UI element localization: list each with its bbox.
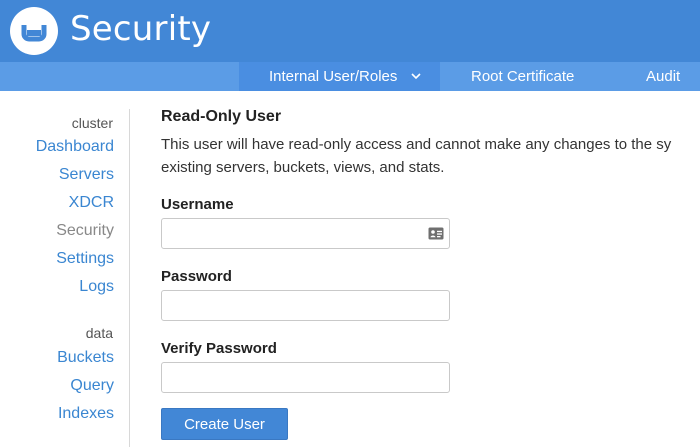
verify-password-label: Verify Password <box>161 340 277 357</box>
page-title: Security <box>70 9 212 49</box>
sidebar-item-query[interactable]: Query <box>70 377 114 395</box>
verify-password-input[interactable] <box>161 362 450 393</box>
tab-internal-user-roles[interactable]: Internal User/Roles <box>269 62 421 91</box>
username-input[interactable] <box>161 218 450 249</box>
sidebar-divider <box>129 109 130 447</box>
password-input[interactable] <box>161 290 450 321</box>
username-label: Username <box>161 196 234 213</box>
sidebar-item-dashboard[interactable]: Dashboard <box>36 138 114 156</box>
sidebar-heading-cluster: cluster <box>71 115 113 131</box>
form-description: This user will have read-only access and… <box>161 133 700 179</box>
sidebar: cluster Dashboard Servers XDCR Security … <box>0 91 130 447</box>
sidebar-item-settings[interactable]: Settings <box>56 250 114 268</box>
app-header: Security <box>0 0 700 62</box>
sidebar-item-servers[interactable]: Servers <box>59 166 114 184</box>
sidebar-heading-data: data <box>85 325 113 341</box>
sidebar-item-buckets[interactable]: Buckets <box>57 349 114 367</box>
description-line: existing servers, buckets, views, and st… <box>161 159 445 176</box>
form-heading: Read-Only User <box>161 108 282 125</box>
tab-root-certificate[interactable]: Root Certificate <box>471 62 574 91</box>
tab-label: Internal User/Roles <box>269 68 398 85</box>
sidebar-item-logs[interactable]: Logs <box>79 278 114 296</box>
description-line: This user will have read-only access and… <box>161 136 672 153</box>
tab-audit[interactable]: Audit <box>646 62 680 91</box>
chevron-down-icon <box>410 61 421 90</box>
sidebar-item-security[interactable]: Security <box>56 222 114 240</box>
sidebar-item-indexes[interactable]: Indexes <box>58 405 114 423</box>
sidebar-item-xdcr[interactable]: XDCR <box>69 194 114 212</box>
couchbase-logo-icon[interactable] <box>10 7 58 55</box>
password-label: Password <box>161 268 232 285</box>
create-user-button[interactable]: Create User <box>161 408 288 440</box>
contact-card-icon[interactable] <box>428 227 444 240</box>
security-subnav: Internal User/Roles Root Certificate Aud… <box>0 62 700 91</box>
